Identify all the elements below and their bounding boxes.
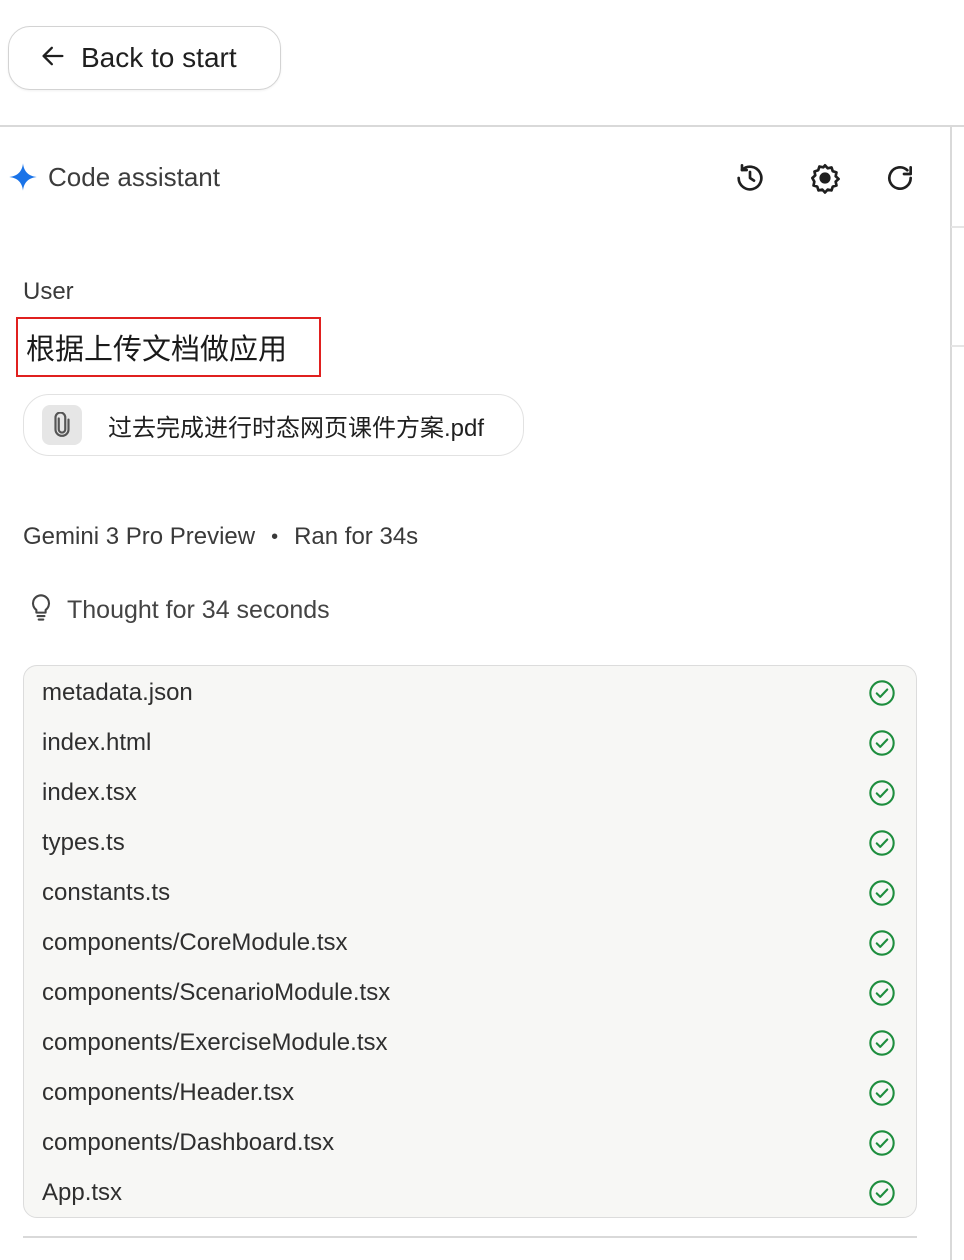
file-row[interactable]: types.ts (24, 818, 916, 868)
check-circle-icon (868, 829, 896, 857)
bottom-divider (23, 1236, 917, 1238)
assistant-title: Code assistant (48, 161, 220, 192)
check-circle-icon (868, 729, 896, 757)
check-circle-icon (868, 1129, 896, 1157)
file-row[interactable]: components/ScenarioModule.tsx (24, 968, 916, 1018)
file-row[interactable]: components/ExerciseModule.tsx (24, 1018, 916, 1068)
check-circle-icon (868, 779, 896, 807)
check-circle-icon (868, 1029, 896, 1057)
file-row[interactable]: metadata.json (24, 668, 916, 718)
file-name: metadata.json (42, 679, 193, 706)
file-row[interactable]: index.html (24, 718, 916, 768)
sparkle-icon (8, 162, 38, 192)
refresh-icon[interactable] (880, 158, 920, 198)
file-row[interactable]: components/Header.tsx (24, 1068, 916, 1118)
user-message-highlight: 根据上传文档做应用 (16, 317, 321, 377)
check-circle-icon (868, 1179, 896, 1207)
check-circle-icon (868, 979, 896, 1007)
arrow-left-icon (39, 42, 67, 75)
generated-files-list: metadata.json index.html index.tsx types.ts… (23, 665, 917, 1218)
separator-dot: • (271, 525, 279, 548)
user-message: 根据上传文档做应用 (26, 334, 288, 366)
model-name: Gemini 3 Pro Preview (23, 523, 256, 550)
model-info: Gemini 3 Pro Preview • Ran for 34s (23, 523, 418, 551)
attachment-chip[interactable]: 过去完成进行时态网页课件方案.pdf (23, 394, 524, 456)
file-name: index.tsx (42, 779, 137, 806)
user-label: User (23, 278, 74, 305)
check-circle-icon (868, 929, 896, 957)
run-time: Ran for 34s (294, 523, 419, 550)
file-name: types.ts (42, 829, 125, 856)
thought-label: Thought for 34 seconds (67, 595, 330, 624)
side-panel-divider (951, 345, 964, 347)
file-row[interactable]: components/Dashboard.tsx (24, 1118, 916, 1168)
settings-icon[interactable] (805, 158, 845, 198)
file-row[interactable]: index.tsx (24, 768, 916, 818)
side-panel-divider (951, 226, 964, 228)
file-name: components/Dashboard.tsx (42, 1129, 335, 1156)
file-row[interactable]: components/CoreModule.tsx (24, 918, 916, 968)
file-name: App.tsx (42, 1179, 123, 1206)
file-name: components/ScenarioModule.tsx (42, 979, 391, 1006)
lightbulb-icon (28, 593, 54, 628)
check-circle-icon (868, 879, 896, 907)
file-name: components/Header.tsx (42, 1079, 295, 1106)
thought-toggle[interactable]: Thought for 34 seconds (28, 592, 330, 628)
file-row[interactable]: constants.ts (24, 868, 916, 918)
back-to-start-label: Back to start (81, 42, 237, 73)
panel-divider[interactable] (950, 126, 952, 1260)
file-name: constants.ts (42, 879, 171, 906)
check-circle-icon (868, 679, 896, 707)
file-name: components/ExerciseModule.tsx (42, 1029, 388, 1056)
check-circle-icon (868, 1079, 896, 1107)
attachment-name: 过去完成进行时态网页课件方案.pdf (108, 414, 485, 442)
back-to-start-button[interactable]: Back to start (8, 26, 281, 90)
top-divider (0, 125, 964, 127)
file-name: components/CoreModule.tsx (42, 929, 348, 956)
history-icon[interactable] (730, 158, 770, 198)
assistant-header: Code assistant (8, 155, 220, 199)
paperclip-icon (42, 405, 82, 445)
file-name: index.html (42, 729, 152, 756)
file-row[interactable]: App.tsx (24, 1168, 916, 1218)
